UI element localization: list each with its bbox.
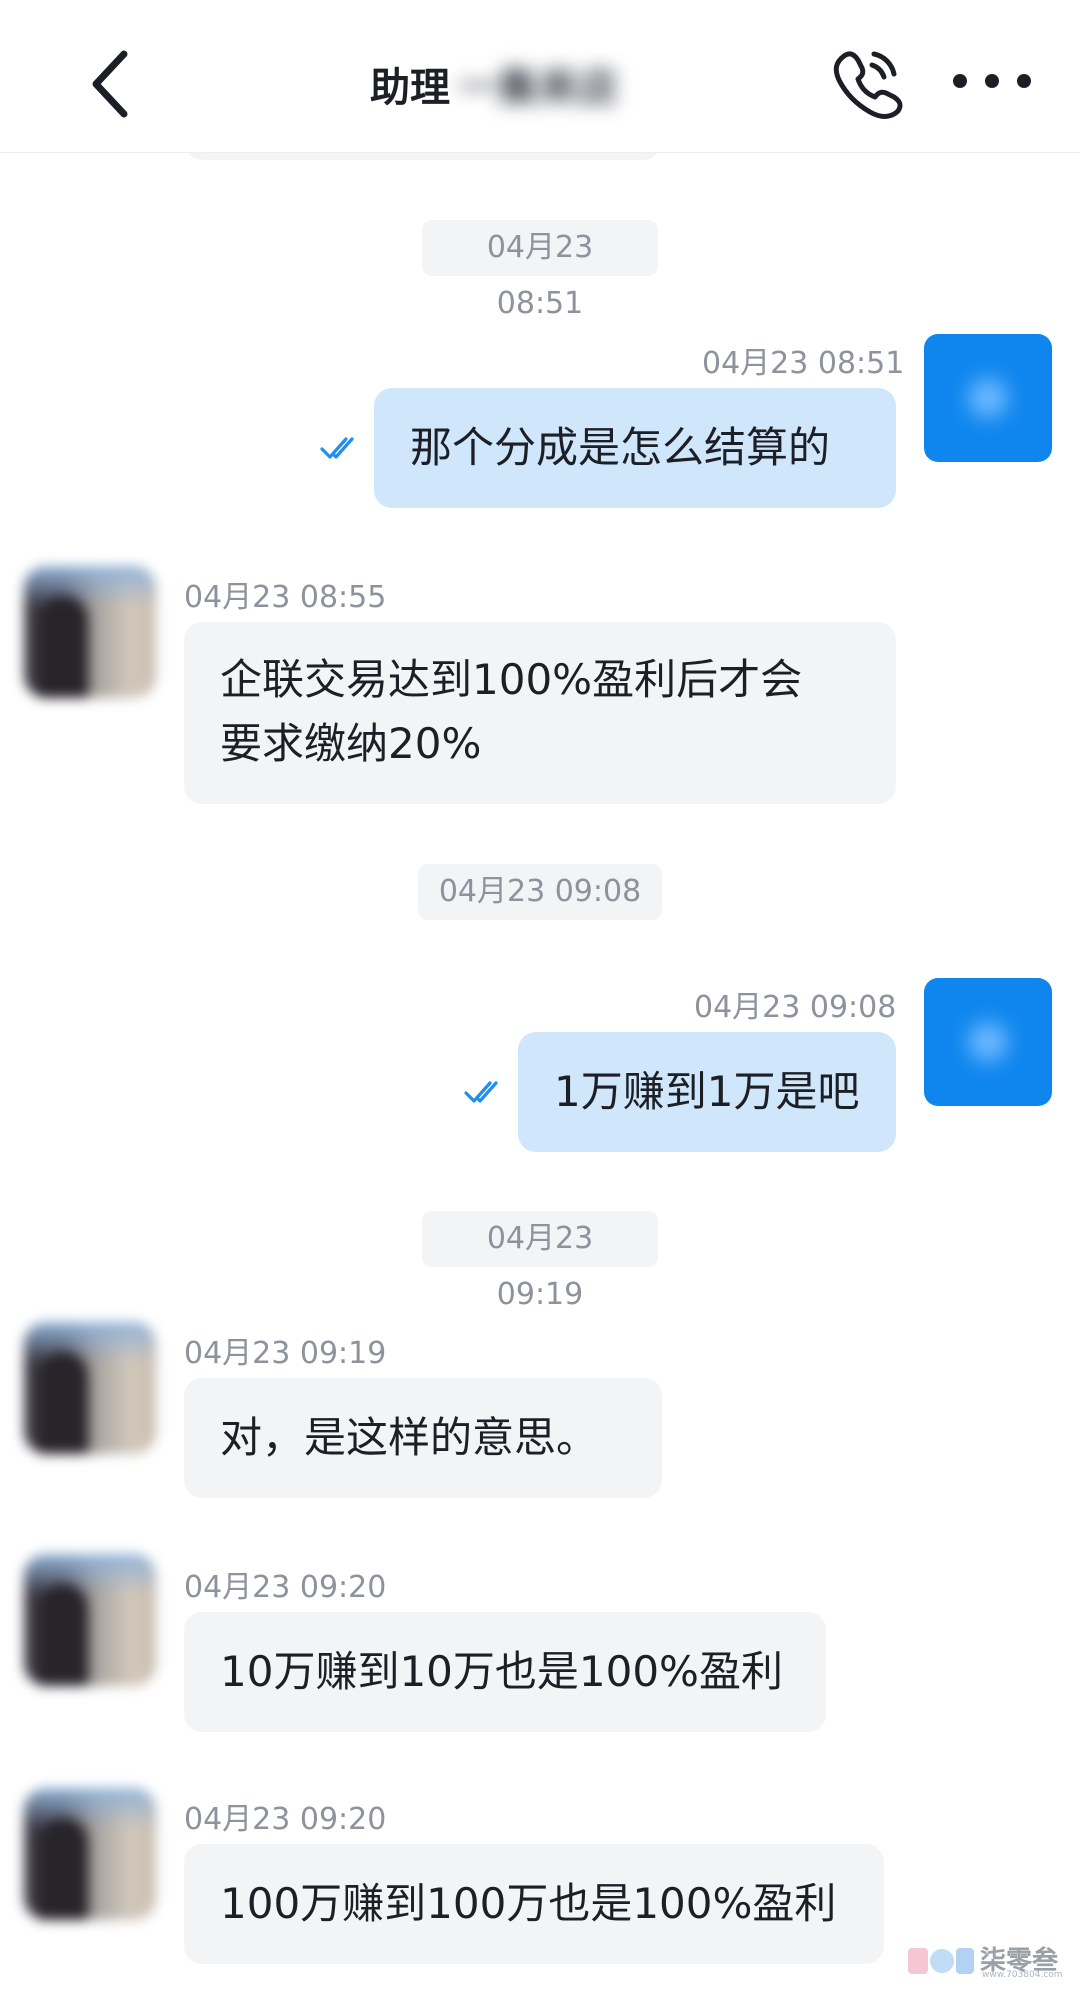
message-bubble-sent[interactable]: 1万赚到1万是吧 (518, 1032, 896, 1152)
chat-header: 助理 一集来店 (0, 0, 1080, 153)
read-receipt-icon (464, 1081, 498, 1103)
timestamp-text: 04月23 08:51 (486, 230, 594, 321)
message-time: 04月23 09:08 (694, 990, 897, 1025)
call-button[interactable] (830, 46, 904, 120)
more-button[interactable] (946, 56, 1038, 106)
read-receipt-icon (320, 437, 354, 459)
back-button[interactable] (82, 44, 142, 124)
self-avatar[interactable] (924, 978, 1052, 1106)
message-text: 10万赚到10万也是100%盈利 (220, 1647, 783, 1696)
message-time: 04月23 08:51 (702, 346, 905, 381)
chat-title-obscured: 一集来店 (458, 65, 618, 111)
chat-title-text: 助理 (370, 65, 450, 111)
contact-avatar[interactable] (24, 1322, 156, 1454)
message-time: 04月23 09:19 (184, 1336, 387, 1371)
timestamp-divider: 04月23 09:08 (418, 864, 662, 920)
message-text-line: 企联交易达到100%盈利后才会 (220, 655, 803, 704)
phone-icon (833, 51, 903, 119)
message-bubble-received[interactable]: 100万赚到100万也是100%盈利 (184, 1844, 884, 1964)
timestamp-text: 04月23 09:19 (486, 1221, 594, 1312)
contact-avatar[interactable] (24, 1554, 156, 1686)
contact-avatar[interactable] (24, 566, 156, 698)
message-bubble-received[interactable]: 企联交易达到100%盈利后才会 要求缴纳20% (184, 622, 896, 804)
message-text: 1万赚到1万是吧 (554, 1067, 860, 1116)
message-text-line: 要求缴纳20% (220, 719, 482, 768)
contact-avatar[interactable] (24, 1788, 156, 1920)
watermark-url: www.703804.com (982, 1970, 1063, 1980)
chevron-left-icon (92, 50, 128, 118)
watermark-logo-icon (908, 1948, 974, 1974)
message-bubble-received[interactable]: 10万赚到10万也是100%盈利 (184, 1612, 826, 1732)
self-avatar[interactable] (924, 334, 1052, 462)
watermark: 柒零叁 www.703804.com (906, 1940, 1076, 1984)
timestamp-divider: 04月23 08:51 (422, 220, 658, 321)
message-bubble-sent[interactable]: 那个分成是怎么结算的 (374, 388, 896, 508)
message-text: 100万赚到100万也是100%盈利 (220, 1879, 837, 1928)
message-bubble-received[interactable]: 对，是这样的意思。 (184, 1378, 662, 1498)
message-time: 04月23 08:55 (184, 580, 387, 615)
timestamp-divider: 04月23 09:19 (422, 1211, 658, 1312)
message-time: 04月23 09:20 (184, 1802, 387, 1837)
message-text: 对，是这样的意思。 (220, 1413, 599, 1462)
message-time: 04月23 09:20 (184, 1570, 387, 1605)
message-text: 那个分成是怎么结算的 (410, 423, 831, 472)
ellipsis-icon (953, 74, 1031, 88)
timestamp-text: 04月23 09:08 (438, 874, 642, 909)
chat-title: 助理 一集来店 (370, 52, 618, 116)
